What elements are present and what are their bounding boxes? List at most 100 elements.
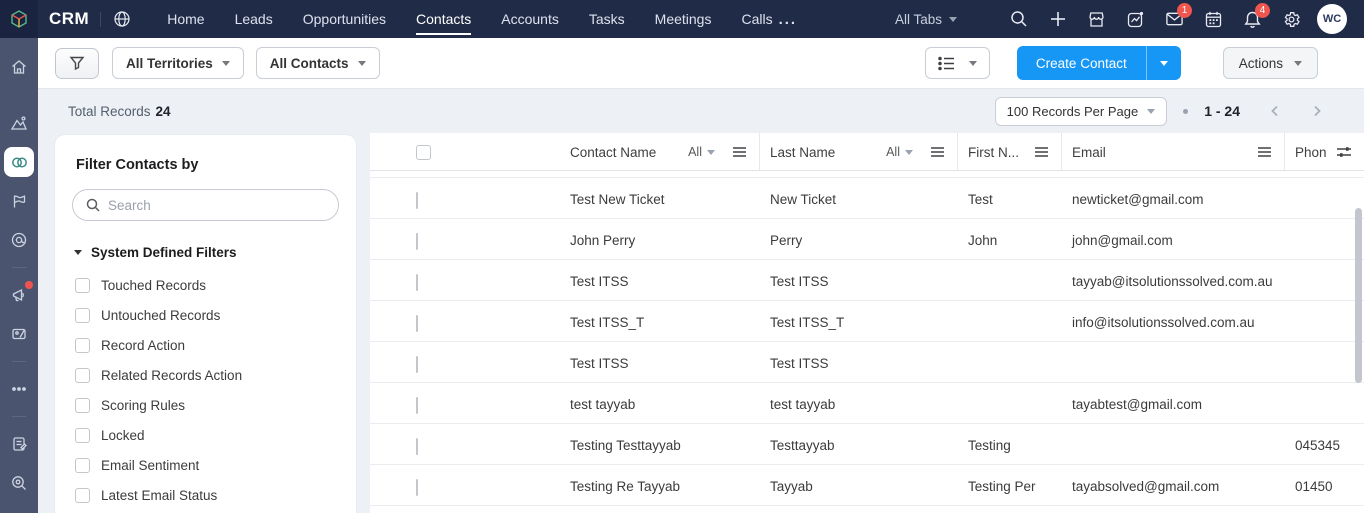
row-checkbox[interactable] bbox=[416, 192, 418, 209]
zia-search-icon[interactable] bbox=[4, 468, 34, 498]
all-tabs-dropdown[interactable]: All Tabs bbox=[895, 12, 957, 27]
create-contact-button[interactable]: Create Contact bbox=[1017, 46, 1147, 80]
filter-checkbox-item[interactable]: Untouched Records bbox=[72, 300, 339, 330]
user-avatar[interactable]: WC bbox=[1317, 4, 1347, 34]
row-checkbox[interactable] bbox=[416, 274, 418, 291]
nav-tab[interactable]: Contacts bbox=[416, 0, 471, 38]
primary-nav: Home Leads Opportunities Contacts Accoun… bbox=[167, 0, 772, 38]
filter-search-box[interactable] bbox=[72, 189, 339, 221]
tickets-icon[interactable] bbox=[4, 319, 34, 349]
column-header-email[interactable]: Email bbox=[1072, 145, 1106, 160]
social-icon[interactable] bbox=[4, 225, 34, 255]
more-dots-icon[interactable] bbox=[4, 374, 34, 404]
journeys-icon[interactable] bbox=[4, 186, 34, 216]
row-checkbox[interactable] bbox=[416, 397, 418, 414]
nav-tab[interactable]: Calls bbox=[741, 0, 772, 38]
column-header-first-name[interactable]: First N... bbox=[968, 145, 1019, 160]
globe-icon[interactable] bbox=[112, 10, 131, 29]
table-row[interactable]: John Perry Perry John john@gmail.com bbox=[370, 219, 1364, 260]
table-row[interactable]: Test ITSS_T Test ITSS_T info@itsolutions… bbox=[370, 301, 1364, 342]
next-page-button[interactable] bbox=[1310, 104, 1324, 118]
filter-funnel-button[interactable] bbox=[55, 48, 99, 79]
row-checkbox[interactable] bbox=[416, 233, 418, 250]
nav-tab[interactable]: Meetings bbox=[655, 0, 712, 38]
cell-contact-name[interactable]: Test ITSS bbox=[440, 260, 760, 300]
column-menu-icon[interactable] bbox=[732, 146, 747, 158]
view-filter-dropdown[interactable]: All Contacts bbox=[256, 47, 380, 79]
cell-contact-name[interactable]: Testing Re Tayyab bbox=[440, 465, 760, 505]
checkbox[interactable] bbox=[75, 398, 90, 413]
cell-contact-name[interactable]: test tayyab bbox=[440, 383, 760, 423]
system-defined-filters-header[interactable]: System Defined Filters bbox=[74, 245, 339, 260]
checkbox[interactable] bbox=[75, 428, 90, 443]
cell-contact-name[interactable]: Test ITSS bbox=[440, 342, 760, 382]
column-header-contact-name[interactable]: Contact Name bbox=[570, 145, 656, 160]
marketplace-icon[interactable] bbox=[1087, 10, 1106, 29]
filter-checkbox-item[interactable]: Locked bbox=[72, 420, 339, 450]
filter-checkbox-item[interactable]: Email Sentiment bbox=[72, 450, 339, 480]
calendar-icon[interactable] bbox=[1204, 10, 1223, 29]
checkbox[interactable] bbox=[75, 458, 90, 473]
filter-search-input[interactable] bbox=[108, 198, 325, 213]
requests-icon[interactable] bbox=[4, 429, 34, 459]
mail-icon[interactable]: 1 bbox=[1165, 10, 1184, 29]
checkbox[interactable] bbox=[75, 338, 90, 353]
cell-contact-name[interactable]: Test ITSS_T bbox=[440, 301, 760, 341]
row-checkbox[interactable] bbox=[416, 438, 418, 455]
organize-columns-icon[interactable] bbox=[1336, 145, 1352, 159]
app-logo[interactable] bbox=[0, 0, 38, 38]
cell-contact-name[interactable]: John Perry bbox=[440, 219, 760, 259]
territories-dropdown[interactable]: All Territories bbox=[112, 47, 244, 79]
row-checkbox[interactable] bbox=[416, 479, 418, 496]
actions-dropdown[interactable]: Actions bbox=[1223, 47, 1318, 79]
table-row[interactable]: Testing Re Tayyab Tayyab Testing Per tay… bbox=[370, 465, 1364, 506]
row-checkbox[interactable] bbox=[416, 315, 418, 332]
column-header-last-name[interactable]: Last Name bbox=[770, 145, 835, 160]
contacts-module-icon[interactable] bbox=[4, 147, 34, 177]
table-row[interactable]: Test New Ticket New Ticket Test newticke… bbox=[370, 178, 1364, 219]
table-row[interactable]: test tayyab test tayyab tayabtest@gmail.… bbox=[370, 383, 1364, 424]
checkbox[interactable] bbox=[75, 308, 90, 323]
filter-checkbox-item[interactable]: Record Action bbox=[72, 330, 339, 360]
checkbox[interactable] bbox=[75, 278, 90, 293]
column-menu-icon[interactable] bbox=[930, 146, 945, 158]
column-menu-icon[interactable] bbox=[1034, 146, 1049, 158]
quick-create-icon[interactable] bbox=[1048, 10, 1067, 29]
notifications-bell-icon[interactable]: 4 bbox=[1243, 10, 1262, 29]
nav-tab[interactable]: Accounts bbox=[501, 0, 559, 38]
checkbox[interactable] bbox=[75, 368, 90, 383]
campaigns-icon[interactable] bbox=[4, 280, 34, 310]
nav-tab[interactable]: Tasks bbox=[589, 0, 625, 38]
contact-name-filter-dropdown[interactable]: All bbox=[688, 145, 715, 159]
vertical-scrollbar[interactable] bbox=[1355, 208, 1362, 383]
table-row[interactable]: Test ITSS Test ITSS bbox=[370, 342, 1364, 383]
nav-tab[interactable]: Opportunities bbox=[303, 0, 386, 38]
filter-checkbox-item[interactable]: Latest Email Status bbox=[72, 480, 339, 510]
row-checkbox[interactable] bbox=[416, 356, 418, 373]
signals-icon[interactable] bbox=[1126, 10, 1145, 29]
nav-tab[interactable]: Leads bbox=[235, 0, 273, 38]
checkbox[interactable] bbox=[75, 488, 90, 503]
settings-gear-icon[interactable] bbox=[1282, 10, 1301, 29]
cell-contact-name[interactable]: Testing Testtayyab bbox=[440, 424, 760, 464]
home-icon[interactable] bbox=[4, 52, 34, 82]
select-all-checkbox[interactable] bbox=[416, 145, 431, 160]
create-contact-menu-button[interactable] bbox=[1147, 46, 1181, 80]
analytics-icon[interactable] bbox=[4, 108, 34, 138]
last-name-filter-dropdown[interactable]: All bbox=[886, 145, 913, 159]
filter-checkbox-item[interactable]: Related Records Action bbox=[72, 360, 339, 390]
filter-checkbox-item[interactable]: Touched Records bbox=[72, 270, 339, 300]
table-row[interactable]: Test ITSS Test ITSS tayyab@itsolutionsso… bbox=[370, 260, 1364, 301]
column-menu-icon[interactable] bbox=[1257, 146, 1272, 158]
filter-checkbox-item[interactable]: Scoring Rules bbox=[72, 390, 339, 420]
cell-contact-name[interactable]: Test New Ticket bbox=[440, 178, 760, 218]
column-header-phone[interactable]: Phon bbox=[1295, 145, 1327, 160]
cell-first-name bbox=[958, 260, 1062, 300]
search-icon[interactable] bbox=[1009, 10, 1028, 29]
nav-tab[interactable]: Home bbox=[167, 0, 204, 38]
more-tabs-icon[interactable]: ... bbox=[779, 11, 798, 28]
previous-page-button[interactable] bbox=[1268, 104, 1282, 118]
list-view-selector[interactable] bbox=[925, 47, 990, 79]
table-row[interactable]: Testing Testtayyab Testtayyab Testing 04… bbox=[370, 424, 1364, 465]
records-per-page-dropdown[interactable]: 100 Records Per Page bbox=[995, 97, 1168, 126]
